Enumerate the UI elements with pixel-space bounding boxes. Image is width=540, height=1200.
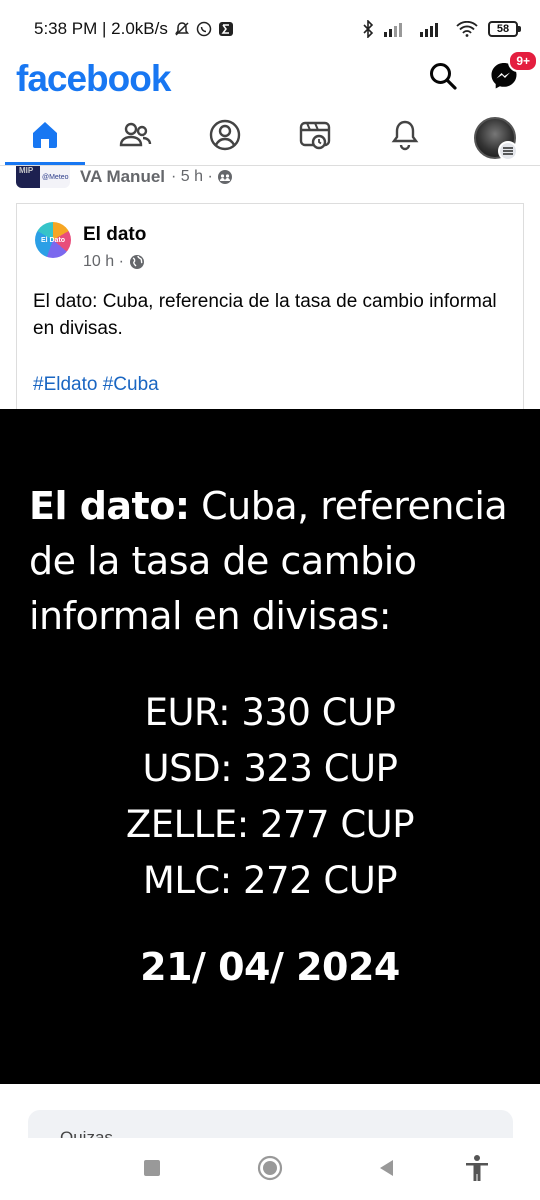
tab-home[interactable] bbox=[0, 110, 90, 165]
post-time-text: 10 h · bbox=[83, 253, 124, 270]
recents-button[interactable] bbox=[136, 1154, 168, 1186]
whatsapp-icon bbox=[196, 21, 212, 37]
friends-audience-icon bbox=[217, 169, 233, 185]
post-text: El dato: Cuba, referencia de la tasa de … bbox=[33, 291, 497, 339]
image-headline-bold: El dato: bbox=[29, 484, 190, 528]
avatar-label: El Dato bbox=[40, 236, 66, 244]
search-icon bbox=[428, 61, 458, 96]
back-triangle-icon bbox=[377, 1158, 397, 1183]
square-icon bbox=[143, 1159, 161, 1182]
search-button[interactable] bbox=[423, 58, 463, 98]
rate-line: MLC: 272 CUP bbox=[142, 859, 398, 902]
nav-tabs bbox=[0, 110, 540, 166]
signal-icon bbox=[384, 21, 410, 37]
post-hashtags[interactable]: #Eldato #Cuba bbox=[33, 374, 159, 396]
tab-menu[interactable] bbox=[450, 110, 540, 165]
android-nav-bar bbox=[0, 1138, 540, 1200]
next-post-text: Quizas… bbox=[60, 1128, 130, 1138]
shared-by-row: MIP @Meteo VA Manuel · 5 h · bbox=[16, 166, 526, 188]
shared-author[interactable]: VA Manuel bbox=[80, 167, 165, 187]
wifi-icon bbox=[456, 21, 478, 37]
tab-friends[interactable] bbox=[90, 110, 180, 165]
status-time: 5:38 PM | 2.0kB/s bbox=[34, 19, 168, 38]
image-date: 21/ 04/ 2024 bbox=[140, 945, 400, 989]
post-author[interactable]: El dato bbox=[83, 224, 146, 246]
watch-icon bbox=[298, 118, 332, 157]
post-card: El Dato El dato 10 h · El dato: Cuba, re… bbox=[16, 203, 524, 413]
signal-icon-2 bbox=[420, 21, 446, 37]
facebook-logo[interactable]: facebook bbox=[16, 58, 171, 100]
bluetooth-icon bbox=[362, 20, 374, 38]
tab-profile[interactable] bbox=[180, 110, 270, 165]
avatar bbox=[474, 116, 518, 161]
profile-icon bbox=[208, 118, 242, 157]
rate-line: ZELLE: 277 CUP bbox=[125, 803, 415, 846]
home-icon bbox=[28, 118, 62, 157]
battery-indicator: 58 bbox=[488, 21, 521, 37]
circle-icon bbox=[257, 1155, 283, 1186]
tab-notifications[interactable] bbox=[360, 110, 450, 165]
shared-meta: · 5 h · bbox=[171, 168, 213, 185]
menu-icon bbox=[498, 140, 518, 161]
back-button[interactable] bbox=[371, 1154, 403, 1186]
rate-line: EUR: 330 CUP bbox=[144, 691, 396, 734]
tab-watch[interactable] bbox=[270, 110, 360, 165]
accessibility-button[interactable] bbox=[461, 1154, 493, 1186]
thumb-left: MIP bbox=[16, 166, 40, 188]
accessibility-icon bbox=[464, 1154, 490, 1187]
post-timestamp: 10 h · bbox=[83, 253, 145, 271]
image-headline: El dato: Cuba, referencia de la tasa de … bbox=[29, 479, 519, 644]
page-avatar[interactable]: El Dato bbox=[35, 222, 71, 258]
messenger-button[interactable]: 9+ bbox=[484, 50, 538, 98]
shared-page-thumbnail[interactable]: MIP @Meteo bbox=[16, 166, 70, 188]
status-bar: 5:38 PM | 2.0kB/s 58 bbox=[0, 0, 540, 58]
rate-line: USD: 323 CUP bbox=[142, 747, 398, 790]
messenger-badge: 9+ bbox=[508, 50, 538, 72]
muted-bell-icon bbox=[174, 21, 190, 37]
bell-icon bbox=[388, 118, 422, 157]
app-header: facebook 9+ bbox=[0, 50, 540, 100]
app-notification-icon bbox=[218, 21, 234, 37]
home-button[interactable] bbox=[254, 1154, 286, 1186]
thumb-right: @Meteo bbox=[40, 166, 70, 188]
friends-icon bbox=[118, 118, 152, 157]
post-image[interactable]: El dato: Cuba, referencia de la tasa de … bbox=[0, 409, 540, 1084]
globe-icon bbox=[129, 254, 145, 270]
next-post-preview[interactable]: Quizas… bbox=[28, 1110, 513, 1138]
